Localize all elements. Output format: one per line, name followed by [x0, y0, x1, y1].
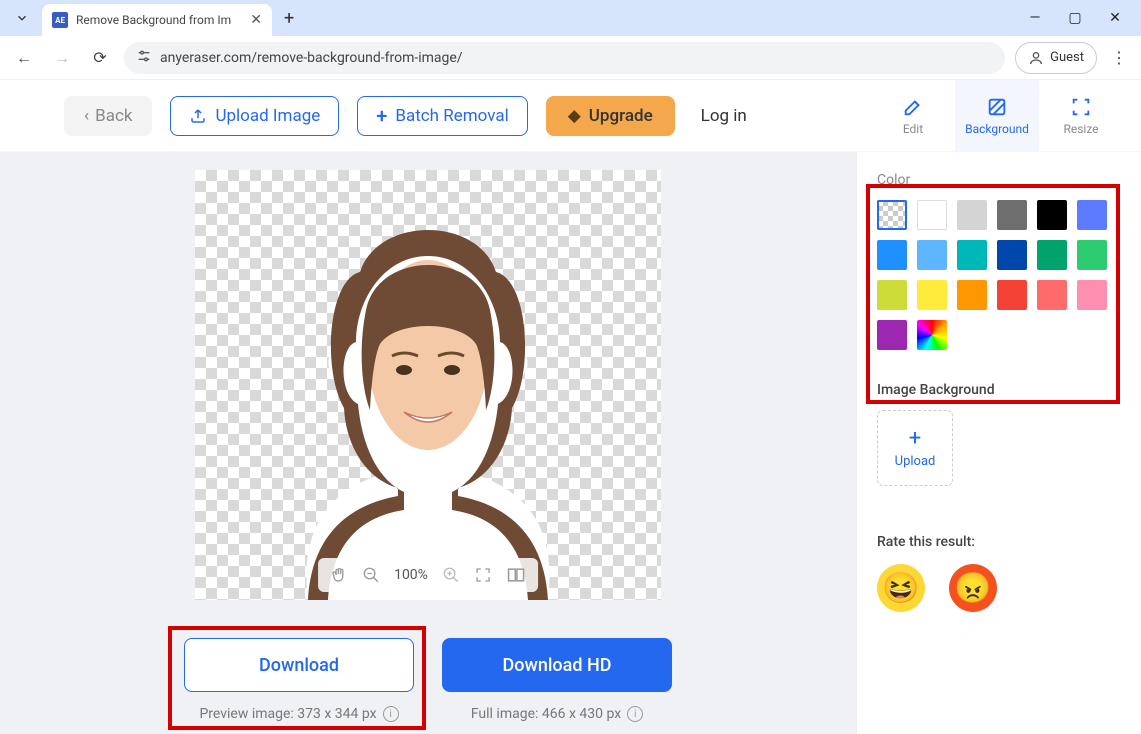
download-label: Download [259, 655, 339, 676]
color-swatch-grid [877, 200, 1121, 350]
close-window-button[interactable]: ✕ [1105, 10, 1125, 26]
rate-bad-button[interactable]: 😠 [949, 564, 997, 612]
back-nav-button[interactable]: ← [10, 44, 38, 72]
color-swatch-skyblue[interactable] [917, 240, 947, 270]
color-swatch-periwinkle[interactable] [1077, 200, 1107, 230]
color-swatch-blue[interactable] [877, 240, 907, 270]
sidebar: Color Image Background + Upload Rate thi… [856, 152, 1141, 734]
color-swatch-transparent[interactable] [877, 200, 907, 230]
maximize-button[interactable]: ▢ [1065, 10, 1085, 26]
rate-good-button[interactable]: 😆 [877, 564, 925, 612]
subject-image [228, 180, 628, 600]
color-section-label: Color [877, 172, 1121, 188]
color-swatch-lime[interactable] [877, 280, 907, 310]
upload-image-label: Upload Image [215, 106, 320, 126]
profile-button[interactable]: Guest [1015, 42, 1097, 74]
zoom-level: 100% [394, 567, 428, 583]
upload-background-button[interactable]: + Upload [877, 410, 953, 486]
rate-label: Rate this result: [877, 534, 1121, 550]
download-hd-button[interactable]: Download HD [442, 638, 672, 692]
color-swatch-red[interactable] [997, 280, 1027, 310]
upload-image-button[interactable]: Upload Image [170, 96, 339, 136]
fit-screen-button[interactable] [474, 566, 492, 584]
tab-resize[interactable]: Resize [1039, 80, 1123, 152]
color-swatch-pink[interactable] [1077, 280, 1107, 310]
browser-tab[interactable]: AE Remove Background from Im ✕ [42, 4, 272, 36]
browser-address-row: ← → ⟳ anyeraser.com/remove-background-fr… [0, 36, 1141, 80]
tab-edit-label: Edit [903, 122, 923, 136]
color-swatch-green[interactable] [1037, 240, 1067, 270]
login-link[interactable]: Log in [701, 106, 747, 126]
zoom-toolbar: 100% [318, 558, 538, 592]
color-swatch-gray[interactable] [997, 200, 1027, 230]
tab-resize-label: Resize [1063, 122, 1098, 136]
color-swatch-teal[interactable] [957, 240, 987, 270]
image-canvas[interactable] [195, 170, 661, 600]
color-swatch-purple[interactable] [877, 320, 907, 350]
batch-removal-button[interactable]: + Batch Removal [357, 96, 527, 136]
back-label: Back [95, 106, 132, 126]
minimize-button[interactable]: — [1025, 10, 1045, 26]
pan-tool-button[interactable] [330, 566, 348, 584]
window-controls: — ▢ ✕ [1025, 10, 1133, 26]
browser-tab-bar: AE Remove Background from Im ✕ + — ▢ ✕ [0, 0, 1141, 36]
profile-label: Guest [1050, 50, 1084, 65]
color-swatch-orange[interactable] [957, 280, 987, 310]
download-hd-label: Download HD [503, 655, 612, 676]
tab-background[interactable]: Background [955, 80, 1039, 152]
color-swatch-navy[interactable] [997, 240, 1027, 270]
color-swatch-white[interactable] [917, 200, 947, 230]
compare-button[interactable] [506, 566, 526, 584]
preview-size-label: Preview image: 373 x 344 px i [199, 706, 398, 722]
color-swatch-rainbow[interactable] [917, 320, 947, 350]
upgrade-button[interactable]: ◆ Upgrade [546, 96, 675, 136]
upload-icon [189, 107, 207, 125]
color-swatch-lightgray[interactable] [957, 200, 987, 230]
download-button[interactable]: Download [184, 638, 414, 692]
diamond-icon: ◆ [568, 106, 581, 126]
forward-nav-button[interactable]: → [48, 44, 76, 72]
upgrade-label: Upgrade [589, 106, 653, 126]
browser-menu-button[interactable]: ⋮ [1107, 48, 1131, 67]
image-bg-label: Image Background [877, 382, 1121, 398]
info-icon[interactable]: i [627, 706, 643, 722]
zoom-in-button[interactable] [442, 566, 460, 584]
zoom-out-button[interactable] [362, 566, 380, 584]
tab-background-label: Background [965, 122, 1029, 136]
url-text: anyeraser.com/remove-background-from-ima… [160, 50, 463, 66]
close-tab-button[interactable]: ✕ [250, 12, 262, 28]
back-button[interactable]: ‹ Back [64, 96, 152, 136]
color-swatch-black[interactable] [1037, 200, 1067, 230]
background-icon [986, 96, 1008, 118]
resize-icon [1070, 96, 1092, 118]
edit-icon [902, 96, 924, 118]
tab-title: Remove Background from Im [76, 13, 242, 27]
address-bar[interactable]: anyeraser.com/remove-background-from-ima… [124, 42, 1005, 74]
upload-bg-label: Upload [895, 454, 936, 469]
tool-tabs: Edit Background Resize [871, 80, 1123, 152]
canvas-area: 100% Download Preview image: 373 x 344 p… [0, 152, 856, 734]
color-swatch-yellow[interactable] [917, 280, 947, 310]
site-settings-icon[interactable] [136, 49, 152, 67]
app-toolbar: ‹ Back Upload Image + Batch Removal ◆ Up… [0, 80, 1141, 152]
canvas-frame: 100% [195, 170, 661, 600]
color-swatch-coral[interactable] [1037, 280, 1067, 310]
chevron-left-icon: ‹ [84, 106, 89, 126]
main-area: 100% Download Preview image: 373 x 344 p… [0, 152, 1141, 734]
tab-search-button[interactable] [8, 4, 36, 32]
plus-icon: + [376, 104, 387, 128]
new-tab-button[interactable]: + [284, 8, 294, 29]
plus-icon: + [909, 428, 921, 450]
full-size-label: Full image: 466 x 430 px i [471, 706, 643, 722]
color-swatch-emerald[interactable] [1077, 240, 1107, 270]
download-row: Download Preview image: 373 x 344 px i D… [184, 638, 672, 722]
info-icon[interactable]: i [383, 706, 399, 722]
batch-removal-label: Batch Removal [395, 106, 508, 126]
favicon: AE [52, 12, 68, 28]
reload-button[interactable]: ⟳ [86, 44, 114, 72]
tab-edit[interactable]: Edit [871, 80, 955, 152]
